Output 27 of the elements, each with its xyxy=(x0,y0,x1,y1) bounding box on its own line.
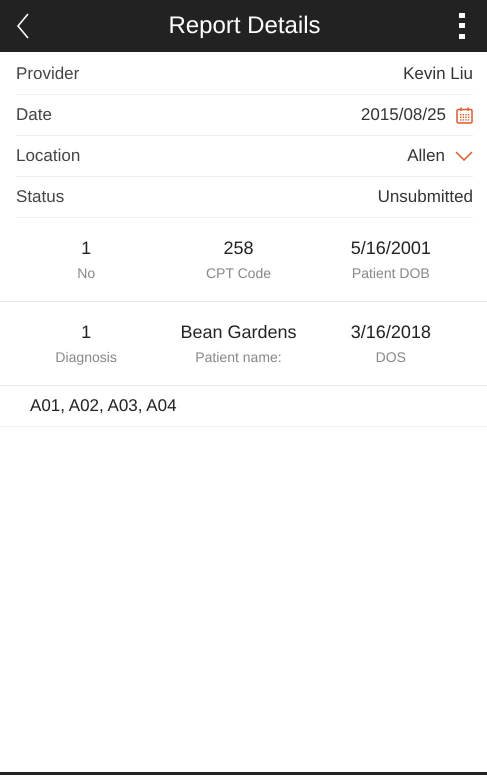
field-value: Kevin Liu xyxy=(403,64,473,84)
detail-label: DOS xyxy=(376,349,406,365)
detail-value: Bean Gardens xyxy=(180,322,297,343)
back-icon xyxy=(16,13,30,39)
detail-label: No xyxy=(77,265,96,281)
field-label: Date xyxy=(16,105,52,125)
detail-value: 258 xyxy=(223,238,254,259)
diagnosis-codes: A01, A02, A03, A04 xyxy=(30,396,177,416)
field-label: Status xyxy=(16,187,64,207)
detail-label: Diagnosis xyxy=(55,349,117,365)
field-value: Unsubmitted xyxy=(378,187,473,207)
detail-label: Patient DOB xyxy=(352,265,430,281)
more-icon xyxy=(459,13,465,39)
field-value[interactable]: Allen xyxy=(407,146,445,166)
detail-value: 1 xyxy=(81,238,92,259)
detail-label: Patient name: xyxy=(195,349,282,365)
screen-title: Report Details xyxy=(168,12,321,40)
more-button[interactable] xyxy=(457,11,467,41)
field-label: Location xyxy=(16,146,80,166)
detail-value: 5/16/2001 xyxy=(350,238,431,259)
detail-value: 3/16/2018 xyxy=(350,322,431,343)
chevron-down-icon[interactable] xyxy=(455,151,473,161)
field-value[interactable]: 2015/08/25 xyxy=(360,105,446,125)
detail-label: CPT Code xyxy=(206,265,272,281)
detail-value: 1 xyxy=(81,322,92,343)
calendar-icon[interactable] xyxy=(456,106,473,124)
field-label: Provider xyxy=(16,64,80,84)
